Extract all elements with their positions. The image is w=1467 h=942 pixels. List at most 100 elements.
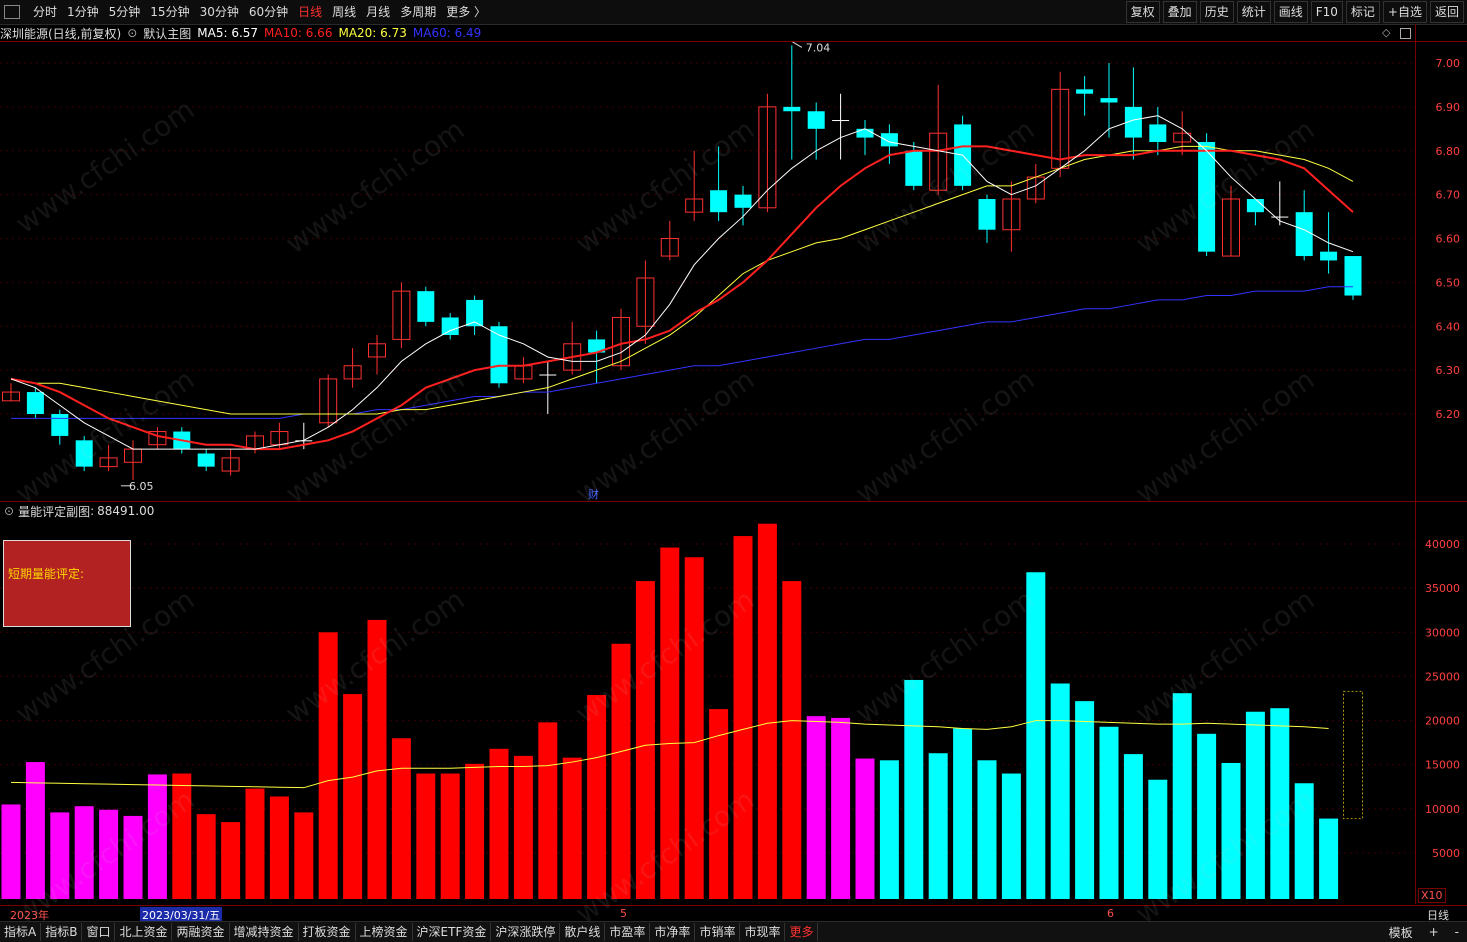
- volume-bar: [172, 773, 192, 899]
- bottom-right-controls: 模板 + -: [1381, 922, 1467, 942]
- volume-bar: [879, 760, 899, 899]
- volume-bar: [440, 773, 460, 899]
- candle-body: [978, 199, 996, 230]
- bottom-tab-6[interactable]: 打板资金: [299, 923, 356, 941]
- bottom-tab-15[interactable]: 更多: [785, 923, 819, 941]
- price-tick-label: 6.40: [1436, 320, 1461, 333]
- volume-bar: [1221, 762, 1241, 899]
- date-axis: 2023年 2023/03/31/五 5 6 日线: [0, 905, 1467, 923]
- volume-bar: [196, 814, 216, 899]
- bottom-tab-3[interactable]: 北上资金: [115, 923, 173, 941]
- price-tick-label: 6.90: [1436, 101, 1461, 114]
- price-tick-label: 6.30: [1436, 364, 1461, 377]
- sub-chart-header: ⊙ 量能评定副图 : 88491.00: [0, 503, 154, 519]
- volume-bar: [660, 547, 680, 899]
- volume-bar: [587, 694, 607, 899]
- bottom-control-2[interactable]: -: [1447, 925, 1467, 939]
- volume-bar: [1197, 733, 1217, 899]
- volume-bar: [50, 812, 70, 899]
- volume-bar: [904, 679, 924, 899]
- volume-bar: [147, 774, 167, 899]
- bottom-tab-13[interactable]: 市销率: [695, 923, 741, 941]
- candle-body: [1271, 216, 1289, 218]
- bottom-tab-0[interactable]: 指标A: [0, 923, 42, 941]
- volume-bar: [465, 763, 485, 899]
- bottom-tab-11[interactable]: 市盈率: [605, 923, 651, 941]
- sub-collapse-icon[interactable]: ⊙: [4, 504, 14, 518]
- volume-bar: [1245, 711, 1265, 899]
- volume-tick-label: 10000: [1425, 803, 1460, 816]
- volume-bar: [513, 755, 533, 899]
- bottom-tab-7[interactable]: 上榜资金: [356, 923, 413, 941]
- volume-bar: [489, 748, 509, 899]
- volume-bar: [343, 694, 363, 899]
- volume-bar: [538, 722, 558, 899]
- volume-bar: [221, 822, 241, 899]
- indicator-tabs: 指标A 指标B 窗口 北上资金 两融资金 增减持资金 打板资金 上榜资金 沪深ETF资金 沪深涨跌…: [0, 923, 819, 941]
- volume-bar: [953, 728, 973, 899]
- bottom-tab-2[interactable]: 窗口: [82, 923, 116, 941]
- finance-marker: 财: [588, 487, 599, 501]
- kline-chart[interactable]: 7.00 6.90 6.80 6.70 6.60 6.50 6.40 6.30 6.20 4000…: [0, 0, 1467, 941]
- volume-bar: [74, 806, 94, 899]
- sub-value: 88491.00: [97, 504, 155, 518]
- volume-tick-label: 20000: [1425, 715, 1460, 728]
- bottom-tab-8[interactable]: 沪深ETF资金: [413, 923, 492, 941]
- bottom-tab-4[interactable]: 两融资金: [172, 923, 230, 941]
- volume-tick-label: 35000: [1425, 582, 1460, 595]
- volume-bar: [391, 738, 411, 899]
- candle-body: [832, 120, 850, 122]
- candle-body: [26, 392, 44, 414]
- volume-bar: [562, 757, 582, 899]
- volume-bar: [1148, 779, 1168, 899]
- candle-body: [1295, 212, 1313, 257]
- month-6-label: 6: [1107, 907, 1114, 920]
- pane-divider[interactable]: [0, 501, 1467, 502]
- volume-bar: [416, 773, 436, 899]
- volume-bar: [99, 809, 119, 899]
- bottom-tab-bar: 指标A 指标B 窗口 北上资金 两融资金 增减持资金 打板资金 上榜资金 沪深ETF资金 沪深涨跌…: [0, 921, 1467, 942]
- candle-body: [75, 440, 93, 467]
- volume-bar: [855, 758, 875, 899]
- ma10-line: [10, 145, 1354, 451]
- sub-title[interactable]: 量能评定副图: [18, 503, 90, 520]
- bottom-tab-9[interactable]: 沪深涨跌停: [491, 923, 561, 941]
- high-label: 7.04: [806, 41, 831, 54]
- volume-bar: [1050, 683, 1070, 899]
- volume-eval-box: 短期量能评定:: [3, 540, 131, 627]
- candle-body: [1344, 256, 1362, 296]
- x10-label: X10: [1418, 888, 1446, 903]
- candle-body: [1076, 89, 1094, 94]
- sub-colon: :: [90, 504, 95, 518]
- bottom-tab-10[interactable]: 散户线: [560, 923, 606, 941]
- bottom-tab-1[interactable]: 指标B: [41, 923, 83, 941]
- ma20-line: [10, 145, 1354, 415]
- candle-body: [1100, 98, 1118, 103]
- bottom-control-0[interactable]: 模板: [1381, 924, 1421, 941]
- candle-body: [441, 317, 459, 336]
- bottom-tab-14[interactable]: 市现率: [740, 923, 786, 941]
- candle-body: [1246, 199, 1264, 213]
- candle-body: [880, 133, 898, 147]
- low-label: 6.05: [129, 480, 154, 493]
- candle-body: [1198, 141, 1216, 252]
- price-tick-label: 6.60: [1436, 233, 1461, 246]
- volume-bar: [1319, 818, 1339, 899]
- volume-bar: [1270, 708, 1290, 899]
- bottom-tab-5[interactable]: 增减持资金: [230, 923, 299, 941]
- volume-bar: [318, 632, 338, 899]
- volume-tick-label: 40000: [1425, 538, 1460, 551]
- bottom-tab-12[interactable]: 市净率: [650, 923, 696, 941]
- price-tick-label: 6.80: [1436, 145, 1461, 158]
- volume-bar: [1026, 572, 1046, 899]
- volume-bar: [1, 804, 21, 899]
- bottom-control-1[interactable]: +: [1421, 925, 1447, 939]
- candle-body: [734, 194, 752, 208]
- volume-bar: [831, 717, 851, 899]
- volume-bar: [782, 581, 802, 899]
- candle-body: [807, 111, 825, 129]
- volume-bar: [928, 753, 948, 899]
- ma60-line: [11, 286, 1353, 419]
- volume-bar: [635, 581, 655, 899]
- price-tick-label: 6.70: [1436, 189, 1461, 202]
